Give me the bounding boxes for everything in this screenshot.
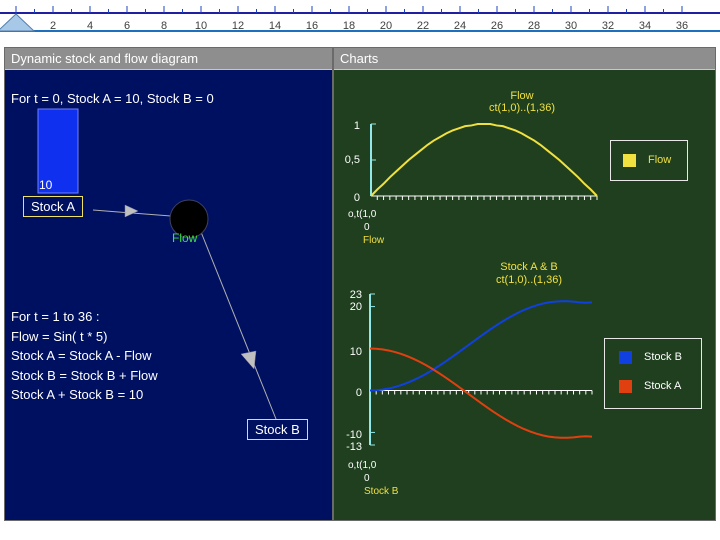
charts-panel: Charts Flow ct(1,0)..(1,36) 1 0,5 0 o,t(… (333, 47, 716, 521)
stock-y-tick-2: 20 (350, 301, 362, 313)
timeline-label: 28 (528, 20, 540, 32)
arrow-a-to-flow (124, 204, 139, 218)
stock-b-legend-label: Stock B (644, 351, 682, 363)
flow-legend-label: Flow (648, 154, 672, 166)
timeline-label: 14 (269, 20, 281, 32)
flow-label: Flow (172, 231, 198, 245)
diagram-panel: Dynamic stock and flow diagram For t = 0… (4, 47, 333, 521)
stock-y-tick-1: 23 (350, 289, 362, 301)
timeline-label: 36 (676, 20, 688, 32)
flow-arrows (37, 108, 277, 420)
timeline-label: 2 (50, 20, 56, 32)
stock-a-legend-label: Stock A (644, 380, 682, 392)
flow-x-label-top: o,t(1,0 (348, 209, 377, 220)
equation-1: For t = 1 to 36 : (11, 309, 100, 324)
stock-a-legend-swatch (619, 380, 632, 393)
series-flow (370, 123, 598, 197)
stock-x-label-mid: 0 (364, 473, 370, 484)
stock-b-legend-swatch (619, 351, 632, 364)
timeline-label: 12 (232, 20, 244, 32)
timeline-label: 6 (124, 20, 130, 32)
equation-2: Flow = Sin( t * 5) (11, 329, 108, 344)
timeline-label: 18 (343, 20, 355, 32)
equation-4: Stock B = Stock B + Flow (11, 368, 158, 383)
stock-y-tick-4: 0 (356, 387, 362, 399)
flow-legend-swatch (623, 154, 636, 167)
flow-legend: Flow (610, 140, 688, 181)
stock-y-tick-6: -13 (346, 441, 362, 453)
stock-legend: Stock B Stock A (604, 338, 702, 409)
timeline-scale[interactable]: 024681012141618202224262830323436 (0, 0, 720, 40)
timeline-label: 26 (491, 20, 503, 32)
stock-chart-subtitle: ct(1,0)..(1,36) (496, 274, 562, 286)
stock-a-value: 10 (39, 178, 53, 192)
flow-chart-subtitle: ct(1,0)..(1,36) (489, 102, 555, 114)
flow-y-tick-2: 0,5 (345, 154, 360, 166)
stock-x-label-top: o,t(1,0 (348, 460, 377, 471)
stock-y-tick-3: 10 (350, 346, 362, 358)
timeline-thumb[interactable] (0, 13, 36, 32)
timeline-label: 16 (306, 20, 318, 32)
timeline-label: 32 (602, 20, 614, 32)
timeline-label: 10 (195, 20, 207, 32)
stock-b-label: Stock B (247, 419, 308, 440)
stock-a-label: Stock A (23, 196, 84, 217)
equation-5: Stock A + Stock B = 10 (11, 387, 144, 402)
timeline-slider[interactable]: 024681012141618202224262830323436 (0, 0, 720, 40)
stock-y-tick-5: -10 (346, 429, 362, 441)
series-stock-b (369, 300, 593, 392)
flow-chart-title: Flow (510, 90, 533, 102)
timeline-label: 34 (639, 20, 651, 32)
flow-x-label-bottom: Flow (363, 235, 385, 246)
timeline-label: 22 (417, 20, 429, 32)
stock-chart-title: Stock A & B (500, 261, 557, 273)
timeline-label: 24 (454, 20, 466, 32)
equation-3: Stock A = Stock A - Flow (11, 348, 152, 363)
stock-x-label-bottom: Stock B (364, 486, 399, 497)
timeline-label: 20 (380, 20, 392, 32)
timeline-label: 4 (87, 20, 93, 32)
timeline-label: 8 (161, 20, 167, 32)
charts-canvas: Flow ct(1,0)..(1,36) 1 0,5 0 o,t(1,0 0 F… (345, 90, 598, 497)
timeline-label: 30 (565, 20, 577, 32)
flow-y-tick-1: 1 (354, 120, 360, 132)
flow-y-tick-3: 0 (354, 192, 360, 204)
arrow-flow-to-b (240, 350, 257, 370)
flow-x-label-mid: 0 (364, 222, 370, 233)
